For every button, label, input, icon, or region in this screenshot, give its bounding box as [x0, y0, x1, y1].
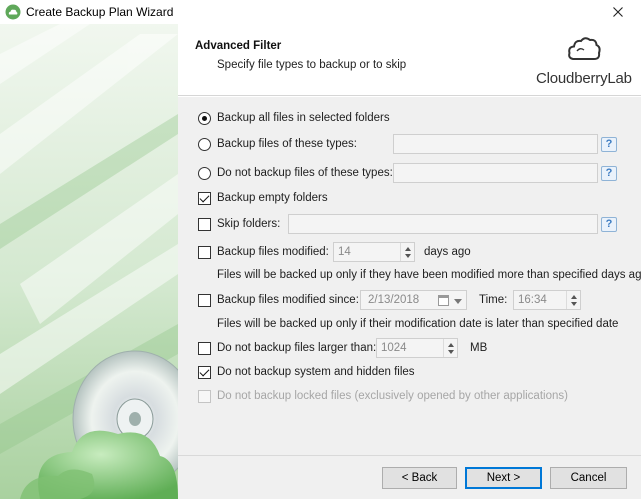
option-backup-empty[interactable]: Backup empty folders [178, 188, 641, 208]
modified-note: Files will be backed up only if they hav… [217, 269, 641, 281]
skip-locked-label: Do not backup locked files (exclusively … [217, 390, 568, 402]
stepper-arrows[interactable] [400, 243, 414, 261]
time-stepper[interactable]: 16:34 [513, 290, 581, 310]
close-button[interactable] [595, 0, 641, 24]
modified-days-stepper[interactable]: 14 [333, 242, 415, 262]
back-button[interactable]: < Back [382, 467, 457, 489]
stepper-arrows[interactable] [566, 291, 580, 309]
option-skip-locked: Do not backup locked files (exclusively … [178, 386, 641, 406]
option-backup-all[interactable]: Backup all files in selected folders [178, 108, 641, 128]
window-title: Create Backup Plan Wizard [26, 5, 174, 19]
size-limit-value: 1024 [381, 342, 407, 354]
calendar-icon[interactable] [438, 295, 449, 306]
modified-since-date-value: 2/13/2018 [368, 294, 420, 306]
backup-empty-label: Backup empty folders [217, 192, 328, 204]
size-limit-checkbox[interactable] [198, 342, 211, 355]
brand-logo-text: CloudberryLab [536, 70, 632, 87]
next-button[interactable]: Next > [465, 467, 542, 489]
wizard-header: Advanced Filter Specify file types to ba… [178, 24, 641, 96]
option-modified[interactable]: Backup files modified: 14 days ago [178, 242, 641, 262]
time-label: Time: [479, 294, 508, 306]
skip-folders-label: Skip folders: [217, 218, 281, 230]
time-value: 16:34 [518, 294, 547, 306]
chevron-down-icon[interactable] [448, 350, 454, 354]
page-subtitle: Specify file types to backup or to skip [217, 59, 407, 71]
modified-since-note: Files will be backed up only if their mo… [217, 318, 619, 330]
option-size-limit[interactable]: Do not backup files larger than: 1024 MB [178, 338, 641, 358]
chevron-up-icon[interactable] [448, 343, 454, 347]
chevron-down-icon[interactable] [454, 299, 462, 304]
option-skip-types[interactable]: Do not backup files of these types: ? [178, 163, 641, 183]
skip-folders-input[interactable] [288, 214, 598, 234]
modified-checkbox[interactable] [198, 246, 211, 259]
modified-since-checkbox[interactable] [198, 294, 211, 307]
option-skip-system[interactable]: Do not backup system and hidden files [178, 362, 641, 382]
chevron-down-icon[interactable] [571, 302, 577, 306]
chevron-up-icon[interactable] [405, 247, 411, 251]
chevron-down-icon[interactable] [405, 254, 411, 258]
size-limit-unit: MB [470, 342, 488, 354]
skip-types-radio[interactable] [198, 167, 211, 180]
option-modified-since[interactable]: Backup files modified since: 2/13/2018 T… [178, 290, 641, 310]
modified-since-label: Backup files modified since: [217, 294, 359, 306]
filter-options-panel: Backup all files in selected folders Bac… [178, 97, 641, 499]
cloud-icon [568, 37, 601, 60]
title-bar: Create Backup Plan Wizard [0, 0, 641, 24]
chevron-up-icon[interactable] [571, 295, 577, 299]
backup-all-label: Backup all files in selected folders [217, 112, 390, 124]
stepper-arrows[interactable] [443, 339, 457, 357]
wizard-side-artwork [0, 24, 178, 499]
skip-folders-checkbox[interactable] [198, 218, 211, 231]
skip-system-label: Do not backup system and hidden files [217, 366, 415, 378]
skip-locked-checkbox [198, 390, 211, 403]
cancel-button[interactable]: Cancel [550, 467, 627, 489]
backup-types-input[interactable] [393, 134, 598, 154]
modified-days-value: 14 [338, 246, 351, 258]
wizard-footer: < Back Next > Cancel [178, 455, 641, 499]
backup-types-label: Backup files of these types: [217, 138, 357, 150]
skip-types-label: Do not backup files of these types: [217, 167, 393, 179]
modified-label: Backup files modified: [217, 246, 329, 258]
help-icon[interactable]: ? [601, 217, 617, 232]
size-limit-label: Do not backup files larger than: [217, 342, 377, 354]
size-limit-stepper[interactable]: 1024 [376, 338, 458, 358]
app-cloud-icon [5, 4, 21, 20]
help-icon[interactable]: ? [601, 137, 617, 152]
skip-system-checkbox[interactable] [198, 366, 211, 379]
backup-all-radio[interactable] [198, 112, 211, 125]
help-icon[interactable]: ? [601, 166, 617, 181]
option-skip-folders[interactable]: Skip folders: ? [178, 214, 641, 234]
backup-types-radio[interactable] [198, 138, 211, 151]
modified-unit-label: days ago [424, 246, 471, 258]
backup-empty-checkbox[interactable] [198, 192, 211, 205]
option-backup-types[interactable]: Backup files of these types: ? [178, 134, 641, 154]
cd-cloud-artwork-icon [0, 24, 178, 499]
close-icon [613, 7, 623, 17]
skip-types-input[interactable] [393, 163, 598, 183]
modified-since-date-picker[interactable]: 2/13/2018 [360, 290, 467, 310]
page-title: Advanced Filter [195, 40, 282, 52]
